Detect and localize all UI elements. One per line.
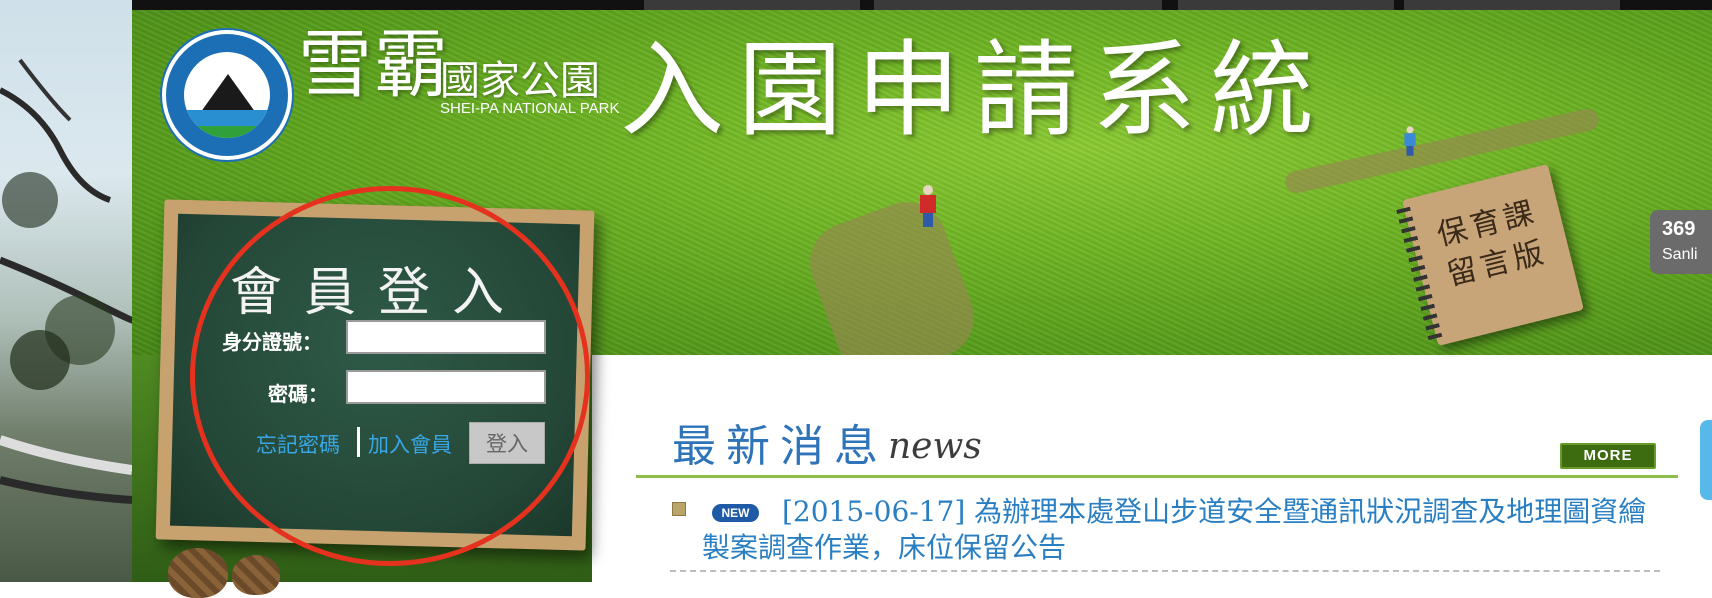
link-separator xyxy=(357,427,360,457)
nav-tab-1[interactable] xyxy=(644,0,860,10)
news-item-divider xyxy=(670,570,1660,572)
left-background-photo xyxy=(0,0,132,582)
forgot-password-link[interactable]: 忘記密碼 xyxy=(256,429,340,459)
nav-tab-4[interactable] xyxy=(1404,0,1620,10)
hiker-red xyxy=(920,185,936,227)
right-edge-tab[interactable] xyxy=(1700,420,1712,500)
login-button[interactable]: 登入 xyxy=(469,422,545,464)
news-item-link[interactable]: [2015-06-17] 為辦理本處登山步道安全暨通訊狀況調查及地理圖資繪製案調… xyxy=(702,494,1672,566)
park-name-small: 國家公園 xyxy=(440,58,600,104)
news-title: 最新消息 xyxy=(672,421,888,472)
news-subtitle: news xyxy=(888,426,982,467)
trail-sign: 369 Sanli xyxy=(1650,210,1712,274)
park-logo[interactable] xyxy=(162,30,292,160)
sign-place: Sanli xyxy=(1662,246,1698,263)
password-label: 密碼： xyxy=(268,382,328,406)
hiker-blue xyxy=(1404,126,1416,156)
system-title: 入園申請系統 xyxy=(620,29,1329,151)
notebook-label: 保育課 留言版 xyxy=(1433,194,1551,293)
nav-tab-2[interactable] xyxy=(874,0,1162,10)
top-nav-bar xyxy=(132,0,1712,10)
park-name-english: SHEI-PA NATIONAL PARK xyxy=(440,100,620,117)
pine-cone xyxy=(232,555,280,595)
nav-tab-3[interactable] xyxy=(1178,0,1394,10)
new-badge-icon: NEW xyxy=(712,504,759,522)
pine-cone xyxy=(168,548,228,598)
news-bullet-icon xyxy=(672,502,686,516)
join-member-link[interactable]: 加入會員 xyxy=(368,429,452,459)
login-title: 會員登入 xyxy=(230,263,527,323)
tree-branches-graphic xyxy=(0,58,132,504)
password-input[interactable] xyxy=(346,370,546,404)
id-number-input[interactable] xyxy=(346,320,546,354)
park-name-large: 雪霸 xyxy=(298,22,450,108)
news-more-button[interactable]: MORE xyxy=(1560,443,1656,469)
id-label: 身分證號： xyxy=(222,330,322,354)
sign-distance: 369 xyxy=(1662,218,1696,240)
news-divider xyxy=(636,475,1678,478)
